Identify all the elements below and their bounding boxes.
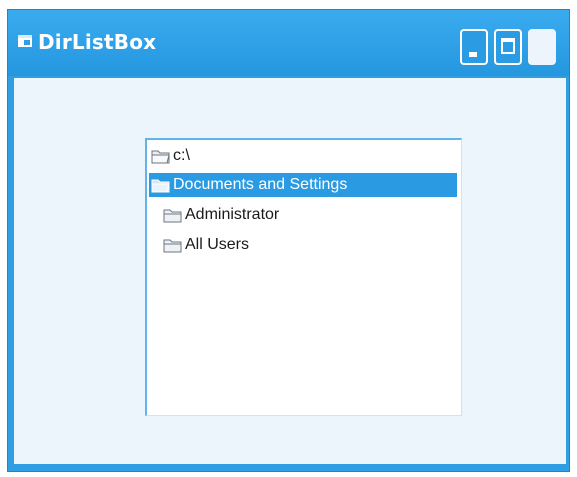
app-window: DirListBox c:\ Documents and Settings Ad… [7, 9, 570, 472]
window-title: DirListBox [38, 30, 157, 54]
dir-item-label: c:\ [173, 147, 190, 164]
dir-item-label: Administrator [185, 206, 280, 223]
minimize-icon [469, 52, 477, 57]
dir-item-label: All Users [185, 236, 250, 253]
form-icon [18, 35, 32, 47]
dir-item-all-users[interactable]: All Users [163, 233, 249, 257]
folder-icon [163, 209, 182, 223]
dir-item-root[interactable]: c:\ [151, 144, 190, 168]
dir-list-box[interactable]: c:\ Documents and Settings Administrator [145, 138, 462, 416]
dir-item-documents-and-settings[interactable]: Documents and Settings [149, 173, 457, 197]
open-folder-icon [151, 179, 170, 193]
form-client-area: c:\ Documents and Settings Administrator [14, 78, 566, 464]
title-bar[interactable]: DirListBox [8, 10, 569, 76]
open-folder-icon [151, 150, 170, 164]
maximize-icon [501, 38, 515, 54]
close-button[interactable] [528, 29, 556, 65]
folder-icon [163, 239, 182, 253]
dir-item-label: Documents and Settings [173, 176, 348, 193]
maximize-button[interactable] [494, 29, 522, 65]
dir-item-administrator[interactable]: Administrator [163, 203, 279, 227]
minimize-button[interactable] [460, 29, 488, 65]
